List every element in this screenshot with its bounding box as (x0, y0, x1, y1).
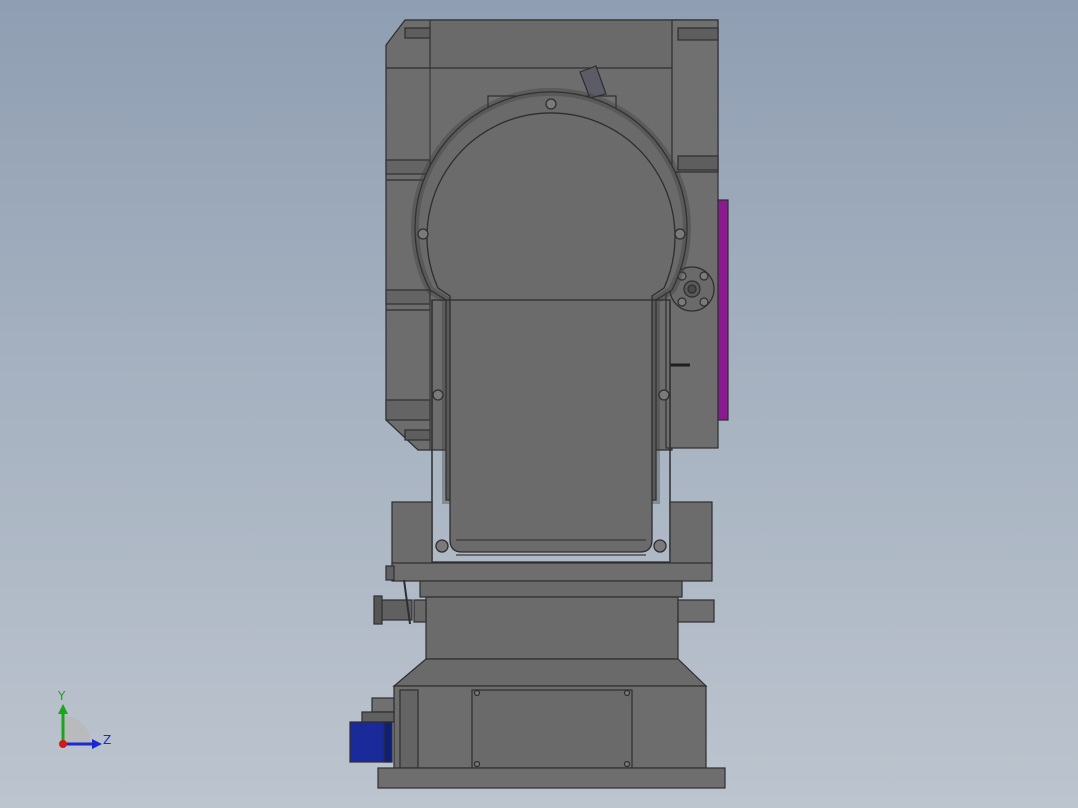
axis-triad: Y Z (57, 689, 111, 749)
base-housing[interactable] (377, 658, 726, 789)
magenta-cover-plate (717, 199, 729, 421)
y-axis-arrow (58, 704, 68, 714)
z-axis-label: Z (103, 733, 111, 747)
graphics-viewport[interactable]: Y Z (0, 0, 1078, 808)
y-axis-label: Y (57, 689, 66, 703)
base-connectors[interactable] (349, 697, 395, 763)
model-view[interactable]: Y Z (0, 0, 1078, 808)
origin-dot (59, 740, 67, 748)
arm-cover[interactable] (411, 87, 691, 563)
z-axis-arrow (92, 739, 102, 749)
base-access-panel (471, 689, 633, 769)
